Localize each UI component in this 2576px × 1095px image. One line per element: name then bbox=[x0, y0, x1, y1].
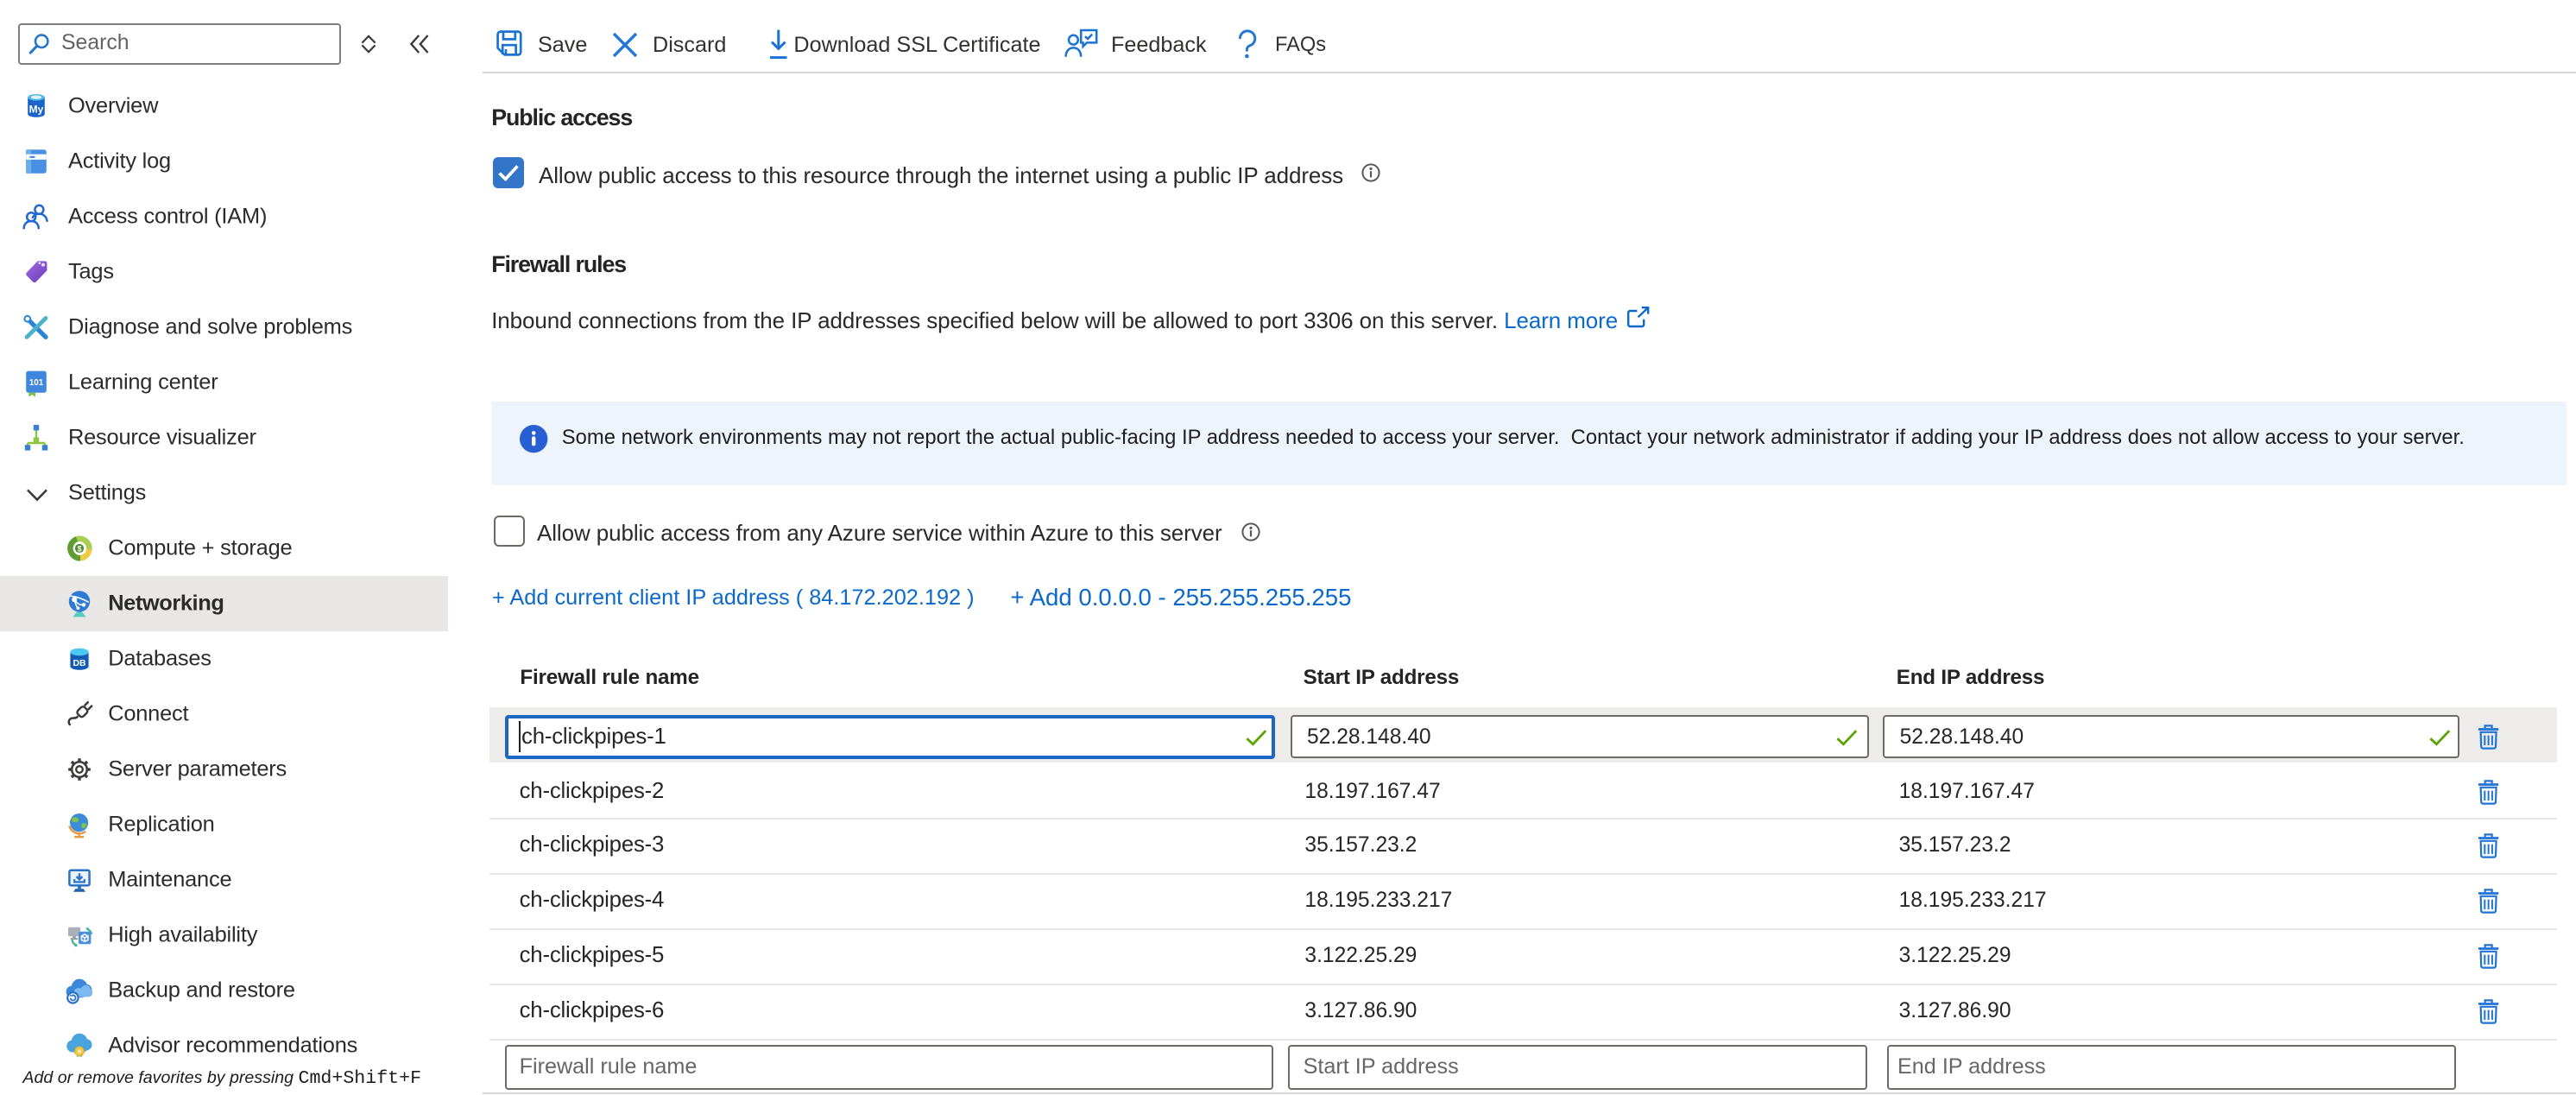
svg-text:$: $ bbox=[77, 545, 81, 554]
svg-text:DB: DB bbox=[73, 659, 86, 668]
svg-text:My: My bbox=[29, 103, 44, 115]
svg-text:101: 101 bbox=[29, 378, 44, 388]
